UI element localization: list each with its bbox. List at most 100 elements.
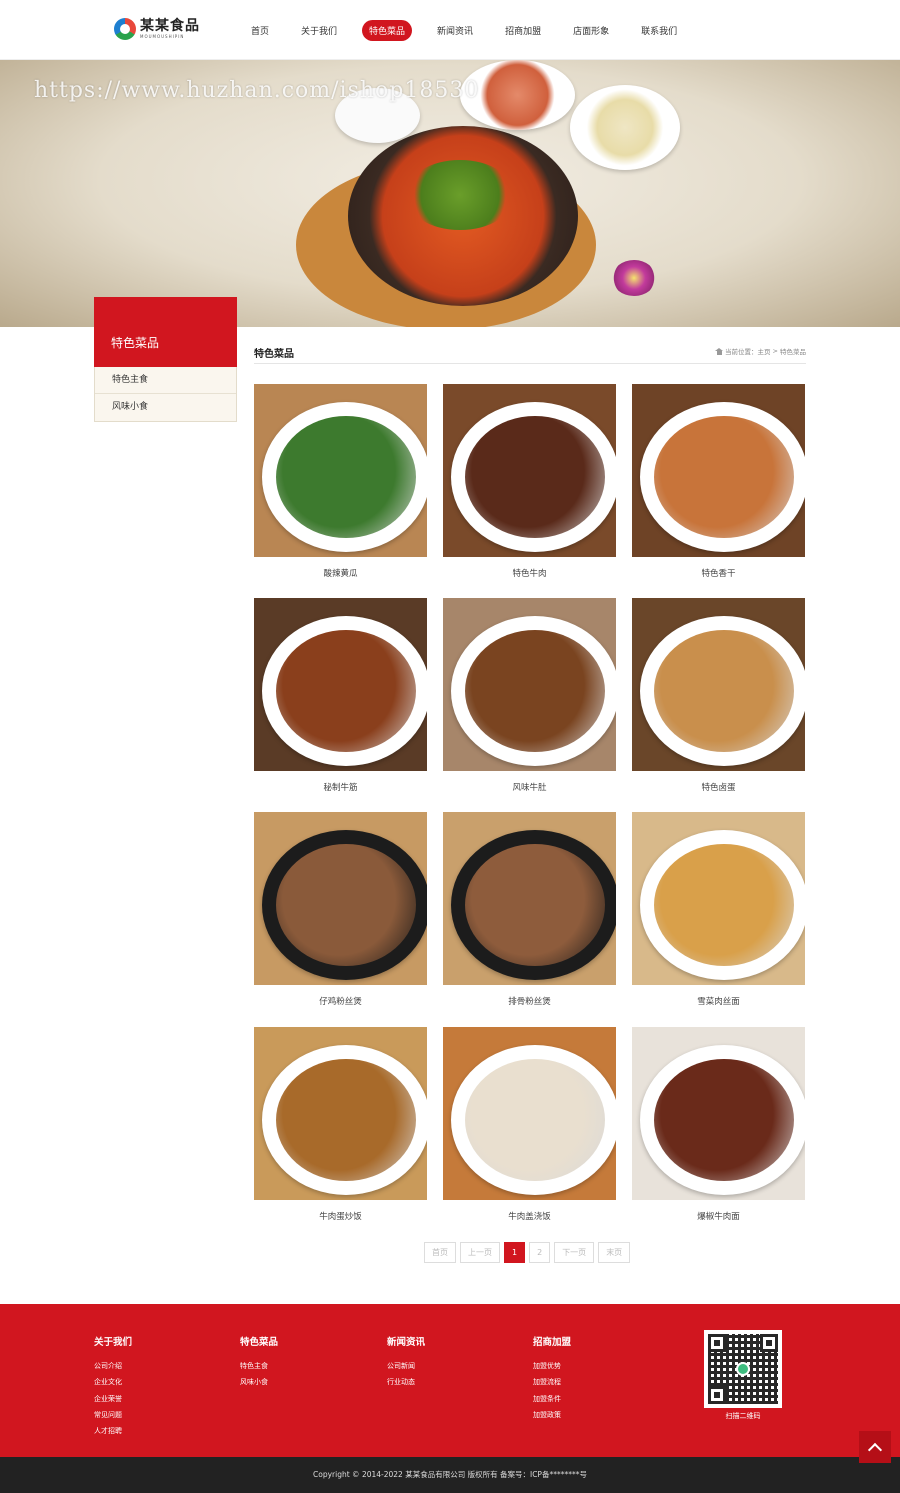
dish	[465, 1059, 605, 1181]
product-image[interactable]	[632, 1027, 805, 1200]
product-image[interactable]	[443, 598, 616, 771]
nav-item[interactable]: 招商加盟	[498, 20, 548, 41]
product-image[interactable]	[254, 598, 427, 771]
orchid-decoration	[612, 260, 656, 296]
product-name[interactable]: 爆椒牛肉面	[632, 1210, 805, 1222]
sidebar-item[interactable]: 风味小食	[95, 394, 236, 421]
qr-caption: 扫描二维码	[725, 1412, 761, 1420]
logo-title: 某某食品	[140, 18, 200, 34]
nav-item[interactable]: 联系我们	[634, 20, 684, 41]
footer-link[interactable]: 常见问题	[94, 1407, 132, 1423]
footer-link[interactable]: 企业文化	[94, 1374, 132, 1390]
product-name[interactable]: 风味牛肚	[443, 781, 616, 793]
product-image[interactable]	[632, 812, 805, 985]
footer-column: 招商加盟加盟优势 加盟流程 加盟条件 加盟政策	[533, 1334, 571, 1423]
breadcrumb: 当前位置： 主页 > 特色菜品	[715, 346, 806, 356]
footer-link[interactable]: 加盟流程	[533, 1374, 571, 1390]
footer-link[interactable]: 加盟优势	[533, 1358, 571, 1374]
product-card[interactable]: 排骨粉丝煲	[443, 812, 616, 1007]
nav-item[interactable]: 新闻资讯	[430, 20, 480, 41]
footer-column-title[interactable]: 特色菜品	[240, 1334, 278, 1348]
product-name[interactable]: 牛肉蛋炒饭	[254, 1210, 427, 1222]
sidebar-title: 特色菜品	[94, 297, 237, 367]
product-image[interactable]	[632, 598, 805, 771]
product-name[interactable]: 牛肉盖浇饭	[443, 1210, 616, 1222]
product-card[interactable]: 风味牛肚	[443, 598, 616, 793]
prev-page-link[interactable]: 上一页	[460, 1242, 500, 1263]
breadcrumb-separator: >	[772, 347, 778, 355]
product-card[interactable]: 牛肉蛋炒饭	[254, 1027, 427, 1222]
page-link[interactable]: 1	[504, 1242, 526, 1263]
hero-banner: https://www.huzhan.com/ishop18530	[0, 60, 900, 327]
product-card[interactable]: 酸辣黄瓜	[254, 384, 427, 579]
breadcrumb-prefix: 当前位置：	[725, 348, 758, 356]
footer-column-title[interactable]: 新闻资讯	[387, 1334, 425, 1348]
product-name[interactable]: 秘制牛筋	[254, 781, 427, 793]
logo[interactable]: 某某食品 MOUMOUSHIPIN	[114, 18, 200, 40]
product-name[interactable]: 特色卤蛋	[632, 781, 805, 793]
product-card[interactable]: 雪菜肉丝面	[632, 812, 805, 1007]
product-image[interactable]	[443, 1027, 616, 1200]
qr-eye	[708, 1334, 726, 1352]
last-page-link[interactable]: 末页	[598, 1242, 631, 1263]
footer-link[interactable]: 特色主食	[240, 1358, 278, 1374]
product-image[interactable]	[443, 812, 616, 985]
footer-link[interactable]: 加盟条件	[533, 1391, 571, 1407]
chevron-up-icon	[867, 1442, 883, 1457]
nav-item[interactable]: 特色菜品	[362, 20, 413, 41]
breadcrumb-home[interactable]: 主页	[758, 346, 771, 356]
content-title: 特色菜品	[254, 349, 294, 360]
footer-link[interactable]: 企业荣誉	[94, 1391, 132, 1407]
footer-column-title[interactable]: 关于我们	[94, 1334, 132, 1348]
product-name[interactable]: 排骨粉丝煲	[443, 995, 616, 1007]
logo-subtitle: MOUMOUSHIPIN	[140, 34, 185, 39]
footer-link[interactable]: 公司介绍	[94, 1358, 132, 1374]
product-name[interactable]: 仔鸡粉丝煲	[254, 995, 427, 1007]
dish	[654, 630, 794, 752]
next-page-link[interactable]: 下一页	[554, 1242, 595, 1263]
dish	[276, 1059, 416, 1181]
dish	[654, 1059, 794, 1181]
product-card[interactable]: 特色牛肉	[443, 384, 616, 579]
breadcrumb-current[interactable]: 特色菜品	[780, 346, 806, 356]
product-card[interactable]: 牛肉盖浇饭	[443, 1027, 616, 1222]
dish	[654, 844, 794, 966]
qr-eye	[708, 1386, 726, 1404]
site-header: 某某食品 MOUMOUSHIPIN 首页 关于我们 特色菜品 新闻资讯 招商加盟 店面形象…	[0, 0, 900, 60]
back-to-top-button[interactable]	[859, 1431, 891, 1463]
footer-column: 关于我们公司介绍 企业文化 企业荣誉 常见问题 人才招聘	[94, 1334, 132, 1439]
footer-link[interactable]: 公司新闻	[387, 1358, 425, 1374]
qr-eye	[760, 1334, 778, 1352]
product-image[interactable]	[254, 812, 427, 985]
page-link[interactable]: 2	[529, 1242, 551, 1263]
product-image[interactable]	[632, 384, 805, 557]
product-image[interactable]	[443, 384, 616, 557]
side-dish-plate	[570, 85, 680, 170]
product-card[interactable]: 特色卤蛋	[632, 598, 805, 793]
footer-link[interactable]: 行业动态	[387, 1374, 425, 1390]
footer-link[interactable]: 人才招聘	[94, 1423, 132, 1439]
first-page-link[interactable]: 首页	[424, 1242, 456, 1263]
footer-column: 新闻资讯公司新闻 行业动态	[387, 1334, 425, 1391]
product-card[interactable]: 秘制牛筋	[254, 598, 427, 793]
product-card[interactable]: 特色香干	[632, 384, 805, 579]
footer-column: 特色菜品特色主食 风味小食	[240, 1334, 278, 1391]
nav-item[interactable]: 首页	[244, 20, 276, 41]
product-card[interactable]: 爆椒牛肉面	[632, 1027, 805, 1222]
nav-item[interactable]: 关于我们	[294, 20, 344, 41]
product-name[interactable]: 酸辣黄瓜	[254, 567, 427, 579]
footer-column-title[interactable]: 招商加盟	[533, 1334, 571, 1348]
product-name[interactable]: 特色香干	[632, 567, 805, 579]
footer-link[interactable]: 风味小食	[240, 1374, 278, 1390]
product-image[interactable]	[254, 384, 427, 557]
watermark: https://www.huzhan.com/ishop18530	[34, 78, 480, 103]
product-name[interactable]: 特色牛肉	[443, 567, 616, 579]
site-footer: 关于我们公司介绍 企业文化 企业荣誉 常见问题 人才招聘 特色菜品特色主食 风味小食 新闻资讯…	[0, 1304, 900, 1457]
product-name[interactable]: 雪菜肉丝面	[632, 995, 805, 1007]
nav-item[interactable]: 店面形象	[566, 20, 616, 41]
product-image[interactable]	[254, 1027, 427, 1200]
logo-icon	[114, 18, 136, 40]
product-card[interactable]: 仔鸡粉丝煲	[254, 812, 427, 1007]
footer-link[interactable]: 加盟政策	[533, 1407, 571, 1423]
sidebar-item[interactable]: 特色主食	[95, 367, 236, 394]
